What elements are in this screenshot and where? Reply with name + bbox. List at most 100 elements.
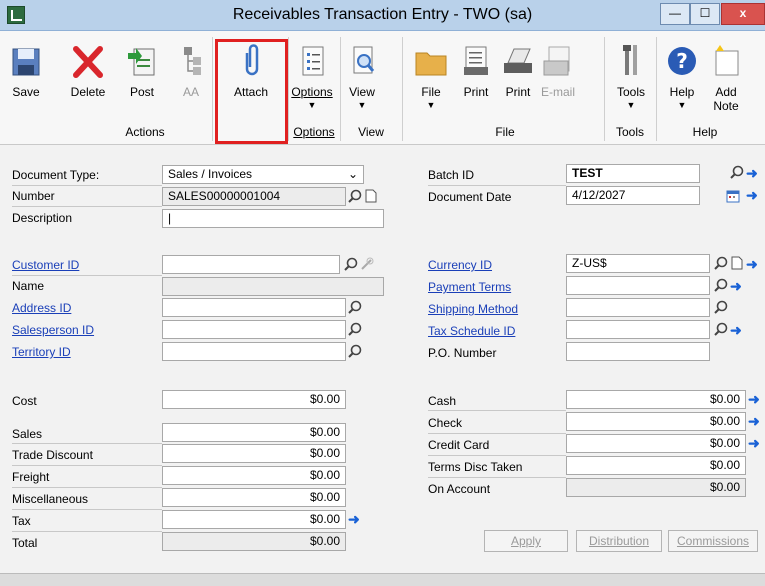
credit-card-label: Credit Card — [428, 438, 490, 452]
territory-id-link[interactable]: Territory ID — [12, 342, 71, 362]
maximize-button[interactable]: ☐ — [690, 3, 720, 25]
group-label-help: Help — [692, 125, 718, 139]
options-button[interactable]: Options ▼ — [288, 31, 336, 111]
number-field[interactable]: SALES00000001004 — [162, 187, 346, 206]
miscellaneous-field[interactable]: $0.00 — [162, 488, 346, 507]
lookup-icon[interactable] — [348, 189, 362, 203]
payment-terms-input[interactable] — [566, 276, 710, 295]
chevron-down-icon: ⌄ — [347, 167, 358, 181]
expand-arrow-icon[interactable]: ➜ — [748, 392, 760, 406]
batch-id-input[interactable]: TEST — [566, 164, 700, 183]
address-id-link[interactable]: Address ID — [12, 298, 71, 318]
tax-schedule-id-link[interactable]: Tax Schedule ID — [428, 321, 515, 341]
new-document-icon[interactable] — [730, 256, 744, 270]
total-field: $0.00 — [162, 532, 346, 551]
email-icon — [543, 46, 570, 76]
svg-text:?: ? — [676, 49, 688, 73]
customer-id-input[interactable] — [162, 255, 340, 274]
number-label: Number — [12, 189, 55, 203]
group-separator — [402, 37, 403, 141]
file-button[interactable]: File ▼ — [412, 31, 450, 111]
shipping-method-link[interactable]: Shipping Method — [428, 299, 518, 319]
address-id-input[interactable] — [162, 298, 346, 317]
name-field — [162, 277, 384, 296]
check-field[interactable]: $0.00 — [566, 412, 746, 431]
check-label: Check — [428, 416, 463, 430]
territory-id-input[interactable] — [162, 342, 346, 361]
cost-field[interactable]: $0.00 — [162, 390, 346, 409]
terms-disc-taken-field[interactable]: $0.00 — [566, 456, 746, 475]
customer-edit-icon[interactable] — [360, 257, 374, 271]
expand-arrow-icon[interactable]: ➜ — [730, 279, 742, 293]
document-date-label: Document Date — [428, 190, 512, 204]
ribbon-toolbar: Save Delete Post AA Attach Options ▼ Vie… — [0, 31, 765, 145]
credit-card-field[interactable]: $0.00 — [566, 434, 746, 453]
add-note-button[interactable]: Add Note — [704, 31, 748, 113]
view-button[interactable]: View ▼ — [342, 31, 382, 111]
lookup-icon[interactable] — [714, 256, 728, 270]
lookup-icon[interactable] — [714, 300, 728, 314]
close-button[interactable]: x — [721, 3, 765, 25]
post-button[interactable]: Post — [124, 31, 160, 111]
distribution-button[interactable]: Distribution — [576, 530, 662, 552]
calendar-icon[interactable] — [726, 189, 740, 203]
po-number-input[interactable] — [566, 342, 710, 361]
group-label-actions: Actions — [125, 125, 165, 139]
description-input[interactable]: | — [162, 209, 384, 228]
on-account-label: On Account — [428, 482, 491, 496]
minimize-button[interactable]: — — [660, 3, 690, 25]
expand-arrow-icon[interactable]: ➜ — [730, 323, 742, 337]
expand-arrow-icon[interactable]: ➜ — [748, 436, 760, 450]
document-type-select[interactable]: Sales / Invoices ⌄ — [162, 165, 364, 184]
expand-arrow-icon[interactable]: ➜ — [748, 414, 760, 428]
lookup-icon[interactable] — [730, 165, 744, 179]
trade-discount-field[interactable]: $0.00 — [162, 444, 346, 463]
commissions-button[interactable]: Commissions — [668, 530, 758, 552]
print-preview-icon — [464, 46, 488, 75]
cash-field[interactable]: $0.00 — [566, 390, 746, 409]
sales-label: Sales — [12, 427, 43, 441]
currency-id-link[interactable]: Currency ID — [428, 255, 492, 275]
transaction-form: Document Type: Sales / Invoices ⌄ Number… — [0, 145, 765, 585]
lookup-icon[interactable] — [714, 278, 728, 292]
tools-button[interactable]: Tools ▼ — [612, 31, 650, 111]
salesperson-id-link[interactable]: Salesperson ID — [12, 320, 94, 340]
print-printer-button[interactable]: Print — [500, 31, 536, 111]
lookup-icon[interactable] — [348, 344, 362, 358]
delete-button[interactable]: Delete — [68, 31, 108, 111]
folder-icon — [415, 52, 447, 76]
help-button[interactable]: ? Help ▼ — [664, 31, 700, 111]
expand-arrow-icon[interactable]: ➜ — [348, 512, 360, 526]
miscellaneous-label: Miscellaneous — [12, 492, 89, 506]
lookup-icon[interactable] — [714, 322, 728, 336]
lookup-icon[interactable] — [344, 257, 358, 271]
customer-id-link[interactable]: Customer ID — [12, 255, 79, 275]
salesperson-id-input[interactable] — [162, 320, 346, 339]
currency-id-input[interactable]: Z-US$ — [566, 254, 710, 273]
group-separator — [656, 37, 657, 141]
trade-discount-label: Trade Discount — [12, 448, 93, 462]
tax-schedule-id-input[interactable] — [566, 320, 710, 339]
freight-field[interactable]: $0.00 — [162, 466, 346, 485]
save-icon — [12, 48, 40, 76]
lookup-icon[interactable] — [348, 322, 362, 336]
expand-arrow-icon[interactable]: ➜ — [746, 188, 758, 202]
tools-icon — [623, 45, 637, 75]
cost-label: Cost — [12, 394, 37, 408]
apply-button[interactable]: Apply — [484, 530, 568, 552]
shipping-method-input[interactable] — [566, 298, 710, 317]
new-document-icon[interactable] — [364, 189, 378, 203]
expand-arrow-icon[interactable]: ➜ — [746, 257, 758, 271]
print-button[interactable]: Print — [458, 31, 494, 111]
aa-button[interactable]: AA — [176, 31, 206, 111]
payment-terms-link[interactable]: Payment Terms — [428, 277, 511, 297]
save-button[interactable]: Save — [8, 31, 44, 111]
sales-field[interactable]: $0.00 — [162, 423, 346, 442]
document-date-input[interactable]: 4/12/2027 — [566, 186, 700, 205]
expand-arrow-icon[interactable]: ➜ — [746, 166, 758, 180]
description-label: Description — [12, 211, 73, 225]
tax-field[interactable]: $0.00 — [162, 510, 346, 529]
cash-label: Cash — [428, 394, 457, 408]
lookup-icon[interactable] — [348, 300, 362, 314]
email-button[interactable]: E-mail — [538, 31, 578, 111]
